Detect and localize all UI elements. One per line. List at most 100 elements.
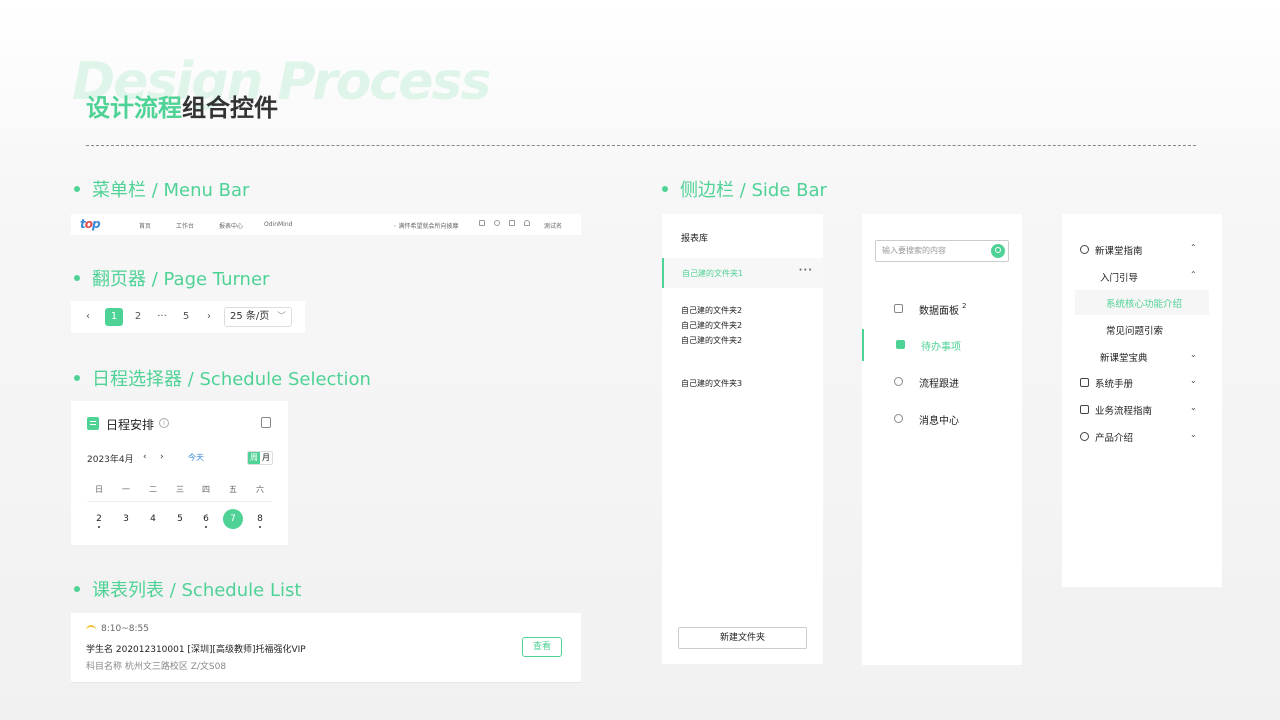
mail-icon[interactable]: [479, 220, 485, 226]
section-schedule-list-label: 课表列表 / Schedule List: [92, 580, 302, 601]
page-size-select[interactable]: 25 条/页 ﹀: [224, 307, 292, 327]
info-icon[interactable]: i: [159, 418, 169, 428]
calendar-add-icon[interactable]: [261, 417, 271, 428]
user-name[interactable]: 測试名: [544, 221, 562, 230]
chevron-up-icon[interactable]: ⌃: [1190, 270, 1197, 279]
day-cell[interactable]: 5: [170, 509, 190, 529]
page-button-5[interactable]: 5: [177, 308, 195, 326]
day-cell[interactable]: 8: [250, 509, 270, 529]
folder-item-active[interactable]: 自己建的文件夹1 ···: [662, 258, 823, 288]
weekday-label: 四: [202, 485, 210, 494]
schedule-title: 日程安排: [106, 418, 155, 432]
tree-sidebar: 新课堂指南 ⌃ 入门引导 ⌃ 系统核心功能介绍 常见问题引索 新课堂宝典 ⌄ 系…: [1062, 214, 1222, 587]
search-placeholder: 输入要搜索的内容: [882, 246, 946, 255]
day-cell[interactable]: 3: [116, 509, 136, 529]
count-badge: 2: [962, 302, 967, 310]
sun-icon: [86, 625, 96, 631]
bell-icon[interactable]: [524, 220, 530, 226]
sidebar-item-messages[interactable]: 消息中心: [862, 403, 1022, 435]
event-dot: [98, 526, 100, 528]
section-page-turner-label: 翻页器 / Page Turner: [92, 269, 270, 290]
chevron-down-icon[interactable]: ⌄: [1190, 376, 1197, 385]
chevron-down-icon[interactable]: ⌄: [1190, 403, 1197, 412]
page-button-2[interactable]: 2: [129, 308, 147, 326]
prev-page-button[interactable]: ‹: [81, 308, 95, 326]
sidebar-item-label: 流程跟进: [919, 379, 959, 390]
page-ellipsis[interactable]: ···: [153, 308, 171, 326]
folder-sidebar: 报表库 自己建的文件夹1 ··· 自己建的文件夹2 自己建的文件夹2 自己建的文…: [662, 214, 823, 664]
document-icon: [896, 340, 905, 349]
day-number: 5: [177, 514, 183, 524]
folder-item[interactable]: 自己建的文件夹2: [681, 320, 742, 331]
class-location: 科目名称 杭州文三路校区 Z/文S08: [86, 662, 227, 672]
section-menu-bar-label: 菜单栏 / Menu Bar: [92, 180, 250, 201]
section-side-bar-label: 侧边栏 / Side Bar: [680, 180, 827, 201]
day-cell[interactable]: 4: [143, 509, 163, 529]
prev-month-button[interactable]: ‹: [143, 452, 147, 462]
more-icon[interactable]: ···: [799, 265, 813, 276]
sidebar-item-todo[interactable]: 待办事项: [862, 329, 1022, 361]
compass-icon: [1080, 245, 1089, 254]
folder-item[interactable]: 自己建的文件夹2: [681, 335, 742, 346]
tree-item-handbook[interactable]: 新课堂宝典: [1100, 350, 1148, 364]
week-view-button[interactable]: 周: [248, 452, 260, 464]
chevron-down-icon: ﹀: [276, 312, 286, 322]
sidebar-item-data-panel[interactable]: 数据面板 2: [862, 293, 1022, 325]
menu-item-home[interactable]: 首页: [139, 221, 151, 230]
bullet-icon: [74, 275, 80, 281]
menu-item-odinmind[interactable]: OdinMind: [264, 221, 292, 228]
tree-item-product[interactable]: 产品介绍: [1095, 430, 1133, 444]
day-number: 6: [203, 514, 209, 524]
page-button-1[interactable]: 1: [105, 308, 123, 326]
tree-item-core-features[interactable]: 系统核心功能介绍: [1106, 296, 1182, 310]
tree-item-workflow[interactable]: 业务流程指南: [1095, 403, 1152, 417]
new-folder-button[interactable]: 新建文件夹: [678, 627, 807, 649]
sidebar-item-process[interactable]: 流程跟进: [862, 366, 1022, 398]
today-link[interactable]: 今天: [188, 452, 204, 463]
page-title-rest: 组合控件: [182, 94, 278, 122]
tree-item-guide[interactable]: 新课堂指南: [1095, 243, 1143, 257]
sidebar-item-label: 数据面板: [919, 306, 959, 317]
section-schedule-selection: 日程选择器 / Schedule Selection: [74, 365, 371, 391]
day-cell[interactable]: 6: [196, 509, 216, 529]
section-side-bar: 侧边栏 / Side Bar: [662, 176, 827, 202]
chevron-down-icon[interactable]: ⌄: [1190, 430, 1197, 439]
clock-icon: [894, 377, 903, 386]
tree-item-onboarding[interactable]: 入门引导: [1100, 270, 1138, 284]
weekday-label: 一: [122, 485, 130, 494]
class-info: 学生名 202012310001 [深圳][高级教师]托福强化VIP: [86, 645, 306, 655]
weekday-label: 六: [256, 485, 264, 494]
folder-item-label: 自己建的文件夹1: [682, 269, 744, 278]
menu-item-reports[interactable]: 报表中心: [219, 221, 243, 230]
tree-item-faq[interactable]: 常见问题引索: [1106, 323, 1163, 337]
tree-item-manual[interactable]: 系统手册: [1095, 376, 1133, 390]
folder-item[interactable]: 自己建的文件夹3: [681, 378, 742, 389]
month-label: 2023年4月: [87, 455, 134, 465]
menu-item-workbench[interactable]: 工作台: [176, 221, 194, 230]
calendar-icon: [87, 417, 99, 430]
dotted-divider: [86, 145, 1196, 146]
link-icon[interactable]: [494, 220, 500, 226]
section-page-turner: 翻页器 / Page Turner: [74, 265, 269, 291]
bullet-icon: [662, 186, 668, 192]
weekday-label: 五: [229, 485, 237, 494]
view-button[interactable]: 查看: [522, 637, 562, 657]
next-page-button[interactable]: ›: [202, 308, 216, 326]
schedule-selector: 日程安排 i 2023年4月 ‹ › 今天 周 月 日 一 二 三 四 五 六 …: [71, 401, 288, 545]
message-icon: [894, 414, 903, 423]
day-cell[interactable]: 2: [89, 509, 109, 529]
day-cell-selected[interactable]: 7: [223, 509, 243, 529]
chevron-down-icon[interactable]: ⌄: [1190, 350, 1197, 359]
next-month-button[interactable]: ›: [160, 452, 164, 462]
chevron-up-icon[interactable]: ⌃: [1190, 243, 1197, 252]
search-input[interactable]: 输入要搜索的内容: [875, 240, 1009, 262]
sidebar-item-label: 待办事项: [921, 342, 961, 353]
month-view-button[interactable]: 月: [260, 452, 272, 464]
day-number: 7: [230, 514, 236, 524]
weekday-label: 二: [149, 485, 157, 494]
logo: top: [80, 217, 101, 231]
folder-item[interactable]: 自己建的文件夹2: [681, 305, 742, 316]
search-icon[interactable]: [991, 244, 1005, 258]
grid-icon[interactable]: [509, 220, 515, 226]
page-title-highlight: 设计流程: [86, 94, 182, 122]
